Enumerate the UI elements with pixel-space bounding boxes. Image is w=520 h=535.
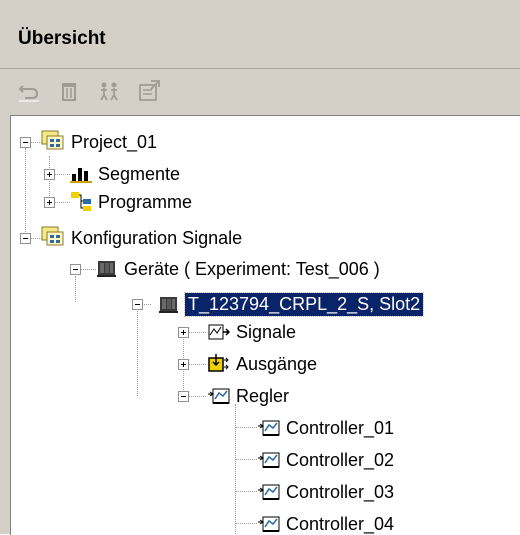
tree-node-label: Controller_04 — [283, 513, 397, 535]
tree-node-label: Controller_01 — [283, 417, 397, 440]
collapse-toggle[interactable] — [20, 233, 31, 244]
tree-node-regler[interactable]: Regler — [233, 382, 292, 410]
collapse-toggle[interactable] — [132, 299, 143, 310]
bar-chart-icon — [69, 162, 93, 184]
tree-node-controller-02[interactable]: Controller_02 — [283, 446, 397, 474]
collapse-toggle[interactable] — [178, 391, 189, 402]
tree-node-segmente[interactable]: Segmente — [95, 160, 183, 188]
delete-icon — [57, 79, 81, 103]
undo-button[interactable] — [16, 78, 42, 104]
project-icon — [41, 129, 65, 151]
device-icon — [95, 256, 119, 278]
users-icon — [97, 79, 121, 103]
controller-icon — [257, 416, 281, 438]
collapse-toggle[interactable] — [20, 137, 31, 148]
tree-node-controller-04[interactable]: Controller_04 — [283, 510, 397, 535]
tree-node-label: Ausgänge — [233, 353, 320, 376]
tree-node-label: Controller_02 — [283, 449, 397, 472]
tree-node-label: Konfiguration Signale — [68, 227, 245, 250]
panel-title: Übersicht — [18, 28, 106, 50]
expand-toggle[interactable] — [44, 169, 55, 180]
tree-node-programme[interactable]: Programme — [95, 188, 195, 216]
tree-node-label: Signale — [233, 321, 299, 344]
collapse-toggle[interactable] — [70, 264, 81, 275]
device-icon — [157, 292, 181, 314]
delete-button[interactable] — [56, 78, 82, 104]
controller-icon — [257, 480, 281, 502]
users-button[interactable] — [96, 78, 122, 104]
tree-node-project[interactable]: Project_01 — [68, 128, 160, 156]
overview-panel: Übersicht — [0, 0, 520, 534]
tree-node-device-slot2[interactable]: T_123794_CRPL_2_S, Slot2 — [185, 290, 423, 318]
tree-node-label: Geräte ( Experiment: Test_006 ) — [121, 258, 383, 281]
tree-node-geraete[interactable]: Geräte ( Experiment: Test_006 ) — [121, 255, 383, 283]
program-icon — [69, 190, 93, 212]
tree-node-label: T_123794_CRPL_2_S, Slot2 — [185, 293, 423, 316]
tree-node-konfiguration[interactable]: Konfiguration Signale — [68, 224, 245, 252]
tree-node-controller-03[interactable]: Controller_03 — [283, 478, 397, 506]
controller-icon — [207, 384, 231, 406]
undo-icon — [17, 79, 41, 103]
project-icon — [41, 225, 65, 247]
properties-button[interactable] — [136, 78, 162, 104]
tree-node-label: Controller_03 — [283, 481, 397, 504]
output-icon — [207, 352, 231, 374]
properties-icon — [137, 79, 161, 103]
tree-node-label: Segmente — [95, 163, 183, 186]
controller-icon — [257, 512, 281, 534]
tree-node-label: Programme — [95, 191, 195, 214]
expand-toggle[interactable] — [178, 359, 189, 370]
tree-node-signale[interactable]: Signale — [233, 318, 299, 346]
tree-node-ausgaenge[interactable]: Ausgänge — [233, 350, 320, 378]
tree-node-label: Project_01 — [68, 131, 160, 154]
panel-header: Übersicht — [0, 0, 520, 70]
signal-icon — [207, 321, 231, 343]
expand-toggle[interactable] — [44, 197, 55, 208]
tree-node-controller-01[interactable]: Controller_01 — [283, 414, 397, 442]
tree-view[interactable]: Project_01 Segmente Programme — [10, 115, 520, 535]
controller-icon — [257, 448, 281, 470]
tree-node-label: Regler — [233, 385, 292, 408]
expand-toggle[interactable] — [178, 327, 189, 338]
